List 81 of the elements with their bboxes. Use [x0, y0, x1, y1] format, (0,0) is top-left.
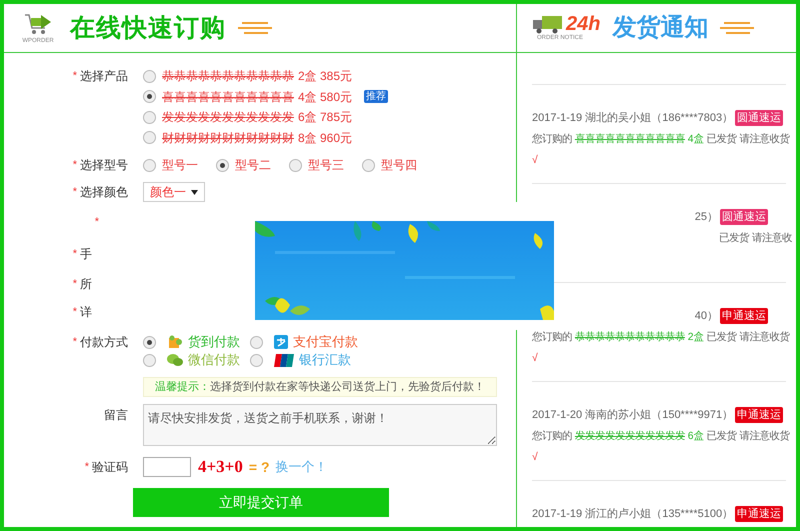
- radio-button[interactable]: [143, 131, 156, 144]
- model-option[interactable]: 型号三: [308, 156, 344, 174]
- payment-option-label[interactable]: 微信付款: [188, 350, 240, 370]
- required-mark: *: [72, 276, 77, 292]
- required-mark: *: [94, 214, 99, 230]
- model-option[interactable]: 型号一: [162, 156, 198, 174]
- payment-option-label[interactable]: 支付宝付款: [293, 332, 358, 352]
- radio-button[interactable]: [143, 70, 156, 83]
- field-label: 手: [80, 246, 92, 263]
- radio-button[interactable]: [362, 158, 375, 172]
- tip-text: 选择货到付款在家等快递公司送货上门，先验货后付款！: [210, 380, 485, 395]
- hours-label: 24h: [566, 14, 600, 34]
- radio-button[interactable]: [216, 158, 229, 172]
- order-message: 您订购的 发发发发发发发发发发发 6盒 已发货 请注意收货 √: [532, 429, 791, 465]
- panel-title: 发货通知: [612, 16, 708, 40]
- tip-label: 温馨提示：: [155, 380, 210, 395]
- radio-button[interactable]: [289, 158, 302, 172]
- order-info: 2017-1-20 海南的苏小姐（150****9971）: [532, 408, 734, 423]
- chat-bubble-icon: [167, 353, 183, 367]
- radio-button[interactable]: [250, 354, 263, 366]
- truck-icon: [533, 14, 563, 34]
- captcha-equals: = ?: [248, 458, 270, 476]
- courier-badge: 申通速运: [720, 308, 768, 324]
- field-label: 详: [80, 304, 92, 321]
- courier-badge: 圆通速运: [720, 209, 768, 225]
- payment-option-label[interactable]: 货到付款: [188, 332, 240, 352]
- radio-button[interactable]: [143, 354, 156, 366]
- required-mark: *: [72, 184, 77, 200]
- lines-icon: [720, 22, 754, 34]
- radio-button[interactable]: [143, 158, 156, 172]
- captcha-question: 4+3+0: [198, 456, 243, 478]
- product-name[interactable]: 发发发发发发发发发发发: [162, 108, 294, 126]
- courier-badge: 申通速运: [735, 506, 784, 522]
- order-info: 2017-1-19 浙江的卢小姐（135****5100）: [532, 506, 734, 522]
- payment-option-label[interactable]: 银行汇款: [299, 350, 351, 370]
- radio-button[interactable]: [250, 336, 263, 348]
- radio-button[interactable]: [143, 110, 156, 124]
- submit-button[interactable]: 立即提交订单: [133, 488, 389, 517]
- field-label: 验证码: [92, 459, 128, 476]
- order-info: 25）: [694, 210, 718, 225]
- radio-button[interactable]: [143, 336, 156, 348]
- message-field[interactable]: 请尽快安排发货，送货之前手机联系，谢谢！: [143, 404, 497, 446]
- order-message: 您订购的 喜喜喜喜喜喜喜喜喜喜喜 4盒 已发货 请注意收货 √: [532, 132, 791, 168]
- product-name[interactable]: 喜喜喜喜喜喜喜喜喜喜喜: [162, 88, 294, 106]
- field-label: 留言: [104, 407, 128, 424]
- dropdown-caret-icon: [191, 190, 198, 194]
- model-option[interactable]: 型号四: [381, 156, 417, 174]
- required-mark: *: [72, 68, 77, 84]
- product-detail: 8盒 960元: [298, 130, 352, 147]
- puzzle-icon: [167, 335, 183, 349]
- order-info: 40）: [694, 308, 718, 324]
- payment-app-icon: [274, 335, 288, 349]
- refresh-link[interactable]: 换一个！: [276, 457, 328, 477]
- radio-button[interactable]: [143, 90, 156, 104]
- courier-badge: 申通速运: [735, 407, 784, 423]
- field-label: 所: [80, 276, 92, 293]
- bank-card-icon: [274, 354, 294, 366]
- required-mark: *: [72, 304, 77, 320]
- courier-badge: 圆通速运: [735, 110, 784, 126]
- order-info: 2017-1-19 湖北的吴小姐（186****7803）: [532, 110, 734, 126]
- product-detail: 2盒 385元: [298, 68, 352, 86]
- order-message: 您订购的 恭恭恭恭恭恭恭恭恭恭恭 2盒 已发货 请注意收货 √: [532, 330, 791, 366]
- field-label: 选择产品: [80, 68, 128, 85]
- color-select[interactable]: 颜色一: [143, 182, 205, 202]
- field-label: 选择型号: [80, 157, 128, 174]
- order-message: 已发货 请注意收: [718, 231, 792, 246]
- captcha-field[interactable]: [143, 457, 191, 477]
- required-mark: *: [84, 460, 89, 475]
- field-label: 付款方式: [80, 334, 128, 351]
- product-detail: 6盒 785元: [298, 109, 352, 126]
- product-detail: 4盒 580元: [298, 88, 352, 106]
- field-label: 选择颜色: [80, 184, 128, 201]
- required-mark: *: [72, 158, 77, 173]
- product-name[interactable]: 财财财财财财财财财财财: [162, 128, 294, 147]
- lines-icon: [238, 22, 272, 34]
- panel-title: 在线快速订购: [70, 16, 226, 40]
- model-option[interactable]: 型号二: [235, 156, 271, 174]
- recommend-badge: 推荐: [364, 90, 388, 104]
- required-mark: *: [72, 246, 77, 262]
- product-name[interactable]: 恭恭恭恭恭恭恭恭恭恭恭: [162, 67, 294, 86]
- required-mark: *: [72, 334, 77, 350]
